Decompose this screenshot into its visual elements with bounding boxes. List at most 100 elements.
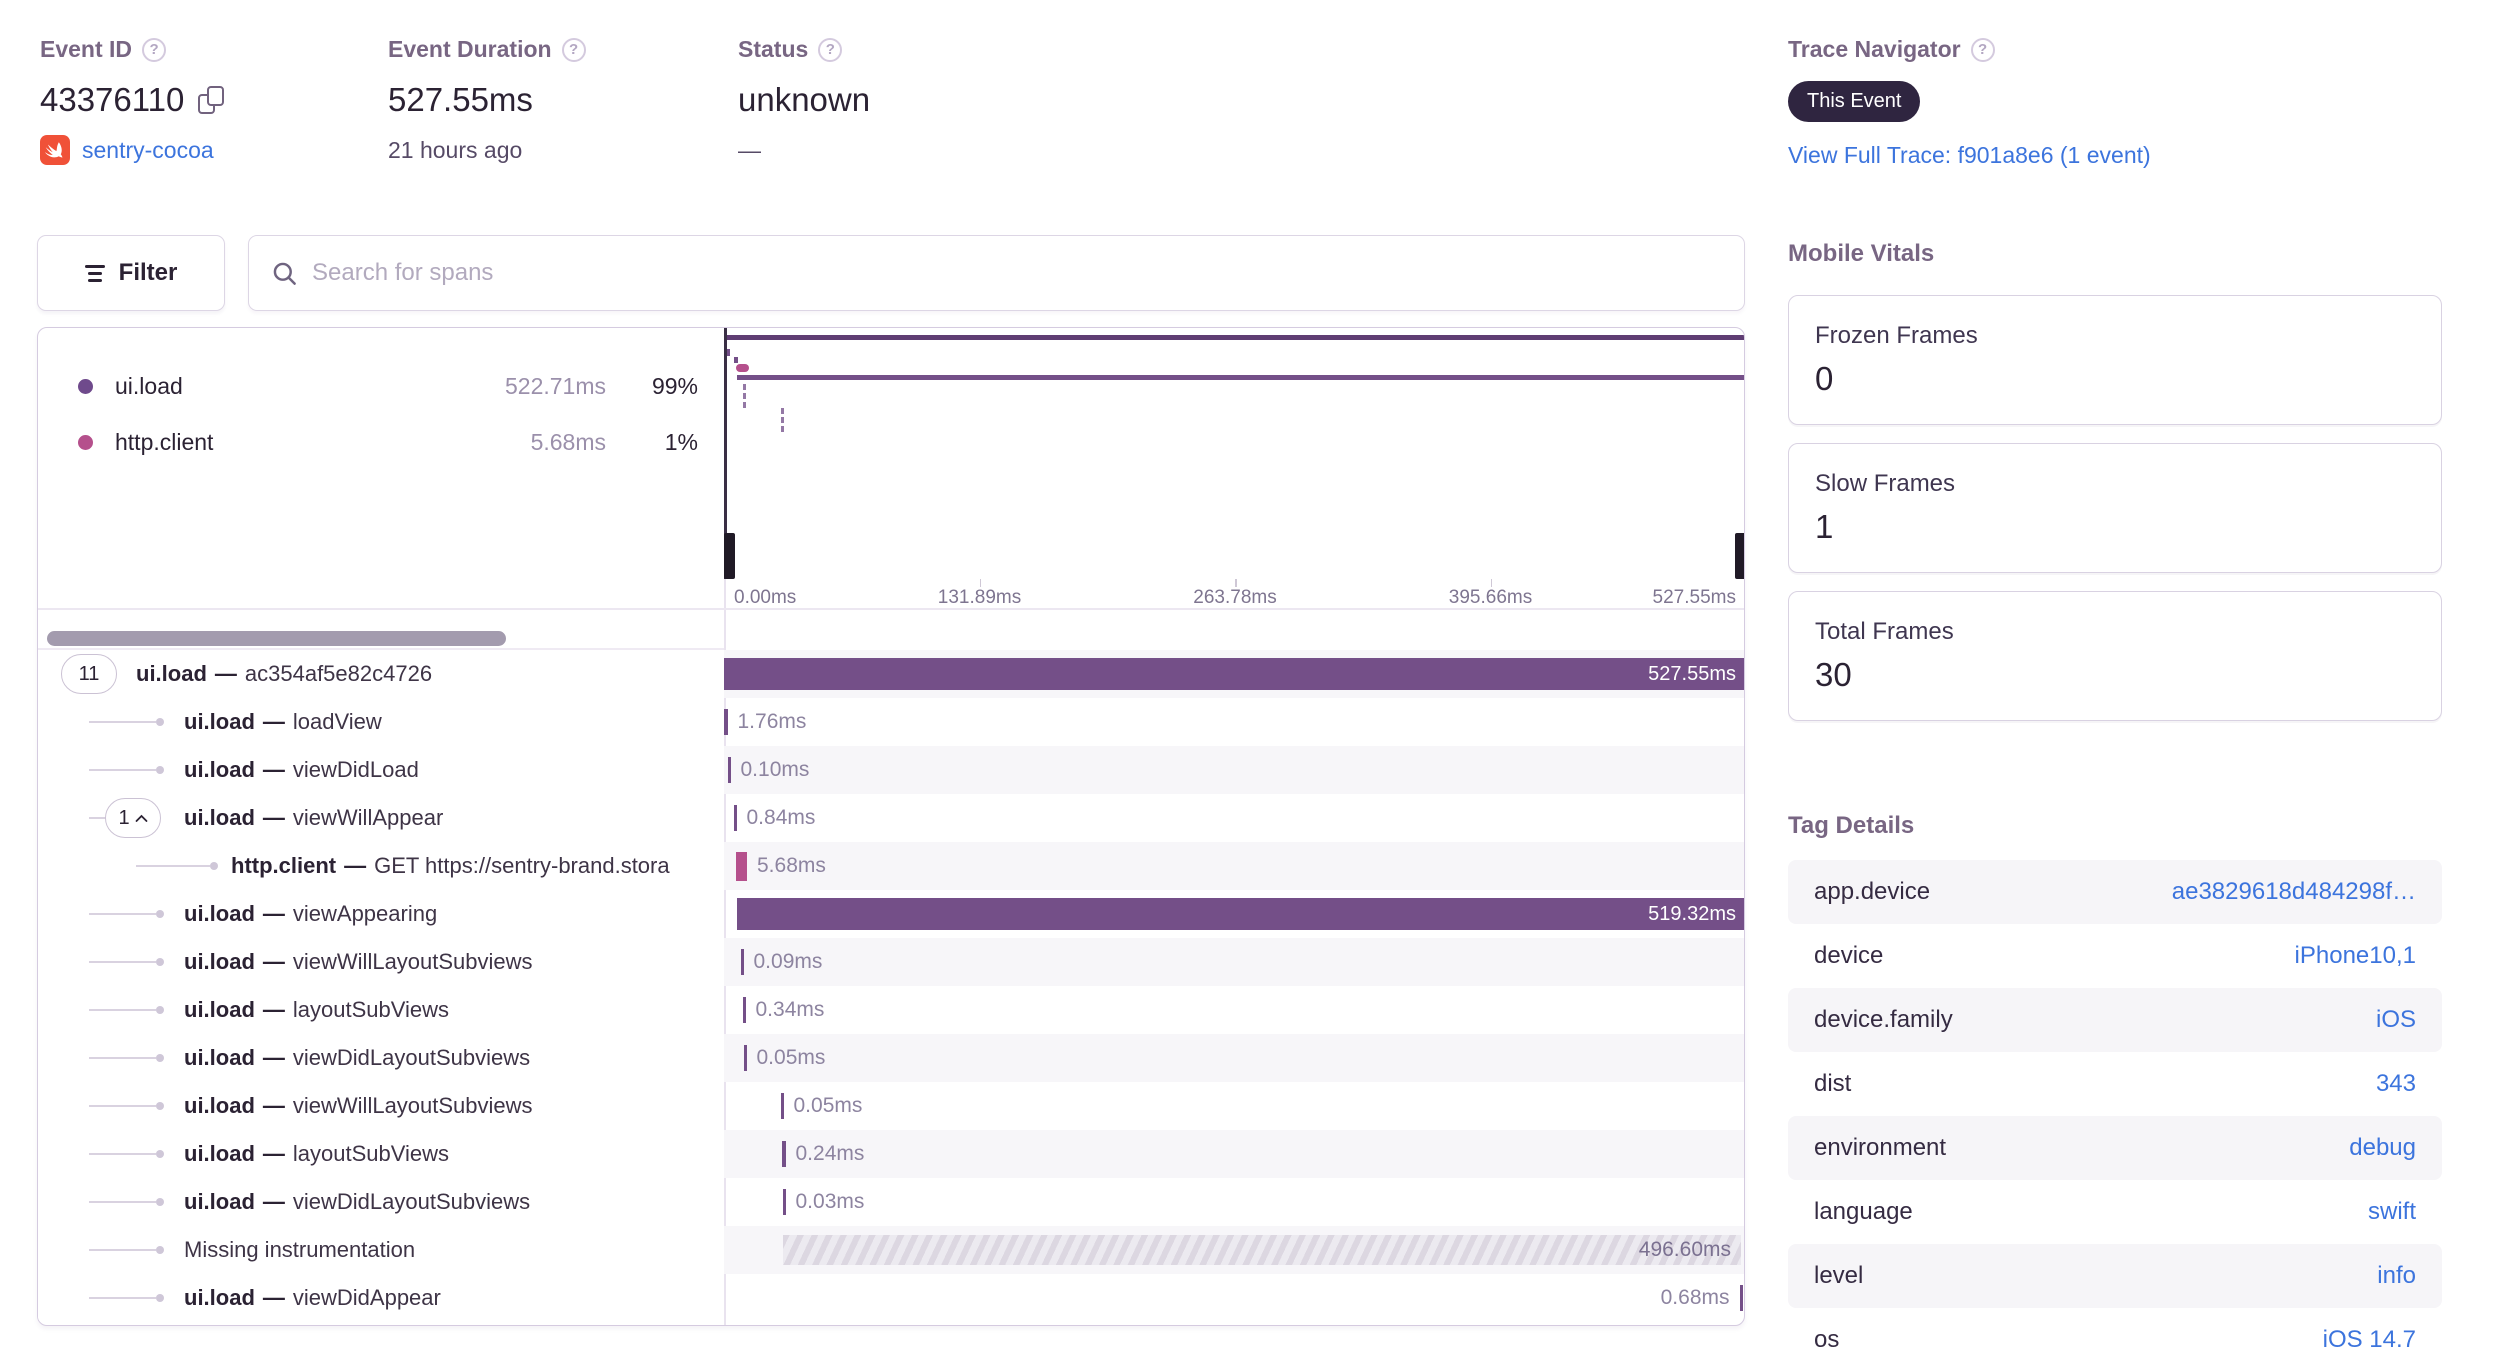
span-row[interactable]: ui.load — viewDidLayoutSubviews 0.05ms (38, 1034, 1744, 1082)
span-bar (736, 851, 747, 881)
tag-row: device iPhone10,1 (1814, 942, 2416, 970)
minimap-right-handle[interactable] (1735, 533, 1744, 579)
tag-value-link[interactable]: iOS 14.7 (2323, 1326, 2416, 1354)
tag-value-link[interactable]: info (2377, 1262, 2416, 1290)
span-children-pill[interactable]: 11 (61, 654, 117, 694)
minimap-axis: 0.00ms 131.89ms 263.78ms 395.66ms 527.55… (724, 579, 1744, 608)
span-bar (1739, 1285, 1743, 1311)
span-row[interactable]: ui.load — layoutSubViews 0.34ms (38, 986, 1744, 1034)
event-id-label: Event ID (40, 36, 133, 62)
minimap-span-mark (726, 349, 730, 356)
span-bar (734, 805, 737, 831)
span-bar (782, 1141, 786, 1167)
minimap-left-handle[interactable] (724, 533, 735, 579)
legend-color-dot (78, 434, 93, 450)
view-full-trace-link[interactable]: View Full Trace: f901a8e6 (1 event) (1788, 142, 2151, 168)
filter-button[interactable]: Filter (37, 235, 225, 311)
axis-label: 527.55ms (1652, 587, 1736, 608)
project-link[interactable]: sentry-cocoa (82, 137, 214, 164)
status-section: Status? unknown — (738, 36, 870, 164)
tag-value-link[interactable]: iOS (2376, 1006, 2416, 1034)
tag-value-link[interactable]: 343 (2376, 1070, 2416, 1098)
span-row-missing-instrumentation[interactable]: Missing instrumentation 496.60ms (38, 1226, 1744, 1274)
filter-button-label: Filter (118, 259, 178, 286)
minimap-appearing-span (737, 375, 1744, 380)
help-icon[interactable]: ? (561, 37, 586, 62)
span-row[interactable]: ui.load — loadView 1.76ms (38, 698, 1744, 746)
axis-label: 263.78ms (1193, 587, 1277, 608)
legend-color-dot (78, 378, 93, 394)
mobile-vitals-heading: Mobile Vitals (1788, 240, 1935, 267)
event-id-value: 43376110 (40, 81, 185, 118)
filter-icon (84, 264, 105, 282)
span-row[interactable]: http.client — GET https://sentry-brand.sto… (38, 842, 1744, 890)
vital-card-frozen-frames: Frozen Frames 0 (1788, 295, 2442, 425)
span-row[interactable]: 1 ui.load — viewWillAppear 0.84ms (38, 794, 1744, 842)
span-bar (724, 709, 728, 735)
tree-horizontal-scrollbar[interactable] (47, 631, 506, 646)
event-id-section: Event ID? 43376110 sentry-cocoa (40, 36, 225, 165)
span-row[interactable]: ui.load — viewWillLayoutSubviews 0.05ms (38, 1082, 1744, 1130)
span-search (248, 235, 1745, 311)
span-row[interactable]: 11 ui.load — ac354af5e82c4726 527.55ms (38, 650, 1744, 698)
event-age: 21 hours ago (388, 137, 523, 163)
trace-waterfall-panel: ui.load 522.71ms 99% http.client 5.68ms … (37, 327, 1745, 1326)
tag-value-link[interactable]: debug (2349, 1134, 2416, 1162)
span-row[interactable]: ui.load — viewAppearing 519.32ms (38, 890, 1744, 938)
axis-label: 131.89ms (937, 587, 1022, 608)
span-row[interactable]: ui.load — layoutSubViews 0.24ms (38, 1130, 1744, 1178)
tag-row: language swift (1814, 1198, 2416, 1226)
span-row[interactable]: ui.load — viewWillLayoutSubviews 0.09ms (38, 938, 1744, 986)
vital-card-slow-frames: Slow Frames 1 (1788, 443, 2442, 573)
help-icon[interactable]: ? (142, 37, 167, 62)
event-duration-value: 527.55ms (388, 81, 533, 118)
span-bar-hatched: 496.60ms (783, 1235, 1741, 1265)
axis-label: 395.66ms (1448, 587, 1533, 608)
trace-navigator-section: Trace Navigator? This Event View Full Tr… (1788, 36, 2151, 169)
span-bar (741, 949, 744, 975)
span-bar (744, 1045, 747, 1071)
span-row[interactable]: ui.load — viewDidAppear 0.68ms (38, 1274, 1744, 1322)
tag-details-heading: Tag Details (1788, 812, 1915, 839)
search-input[interactable] (312, 259, 1722, 287)
event-duration-label: Event Duration (388, 36, 552, 62)
swift-icon (40, 135, 70, 165)
trace-navigator-label: Trace Navigator (1788, 36, 1961, 62)
event-duration-section: Event Duration? 527.55ms 21 hours ago (388, 36, 586, 164)
span-bar (781, 1093, 784, 1119)
tag-row: environment debug (1788, 1116, 2442, 1180)
span-bar (743, 997, 746, 1023)
span-bar (728, 757, 731, 783)
vital-card-total-frames: Total Frames 30 (1788, 591, 2442, 721)
copy-icon[interactable] (198, 86, 225, 114)
span-collapse-pill[interactable]: 1 (105, 798, 161, 838)
span-bar: 519.32ms (737, 898, 1744, 930)
tag-value-link[interactable]: iPhone10,1 (2295, 942, 2416, 970)
span-row[interactable]: ui.load — viewDidLayoutSubviews 0.03ms (38, 1178, 1744, 1226)
tag-row: os iOS 14.7 (1814, 1326, 2416, 1354)
status-label: Status (738, 36, 809, 62)
trace-minimap[interactable] (724, 328, 1744, 579)
status-value: unknown (738, 81, 871, 118)
tag-value-link[interactable]: swift (2368, 1198, 2416, 1226)
help-icon[interactable]: ? (1970, 37, 1995, 62)
legend-item-http-client: http.client 5.68ms 1% (78, 422, 698, 462)
chevron-up-icon (135, 814, 147, 822)
legend-item-ui-load: ui.load 522.71ms 99% (78, 366, 698, 406)
tag-row: level info (1788, 1244, 2442, 1308)
span-bar: 527.55ms (724, 658, 1744, 690)
tag-row: device.family iOS (1788, 988, 2442, 1052)
minimap-http-span (736, 364, 749, 372)
search-icon (273, 262, 296, 285)
tag-row: dist 343 (1814, 1070, 2416, 1098)
minimap-root-span (724, 335, 1744, 340)
tag-row: app.device ae3829618d484298f… (1788, 860, 2442, 924)
span-row[interactable]: ui.load — viewDidLoad 0.10ms (38, 746, 1744, 794)
help-icon[interactable]: ? (818, 37, 843, 62)
span-bar (783, 1189, 786, 1215)
tag-value-link[interactable]: ae3829618d484298f… (2172, 878, 2416, 906)
minimap-span-mark (734, 357, 738, 363)
this-event-badge[interactable]: This Event (1788, 81, 1921, 122)
axis-label: 0.00ms (734, 587, 797, 608)
status-sub: — (738, 137, 761, 163)
